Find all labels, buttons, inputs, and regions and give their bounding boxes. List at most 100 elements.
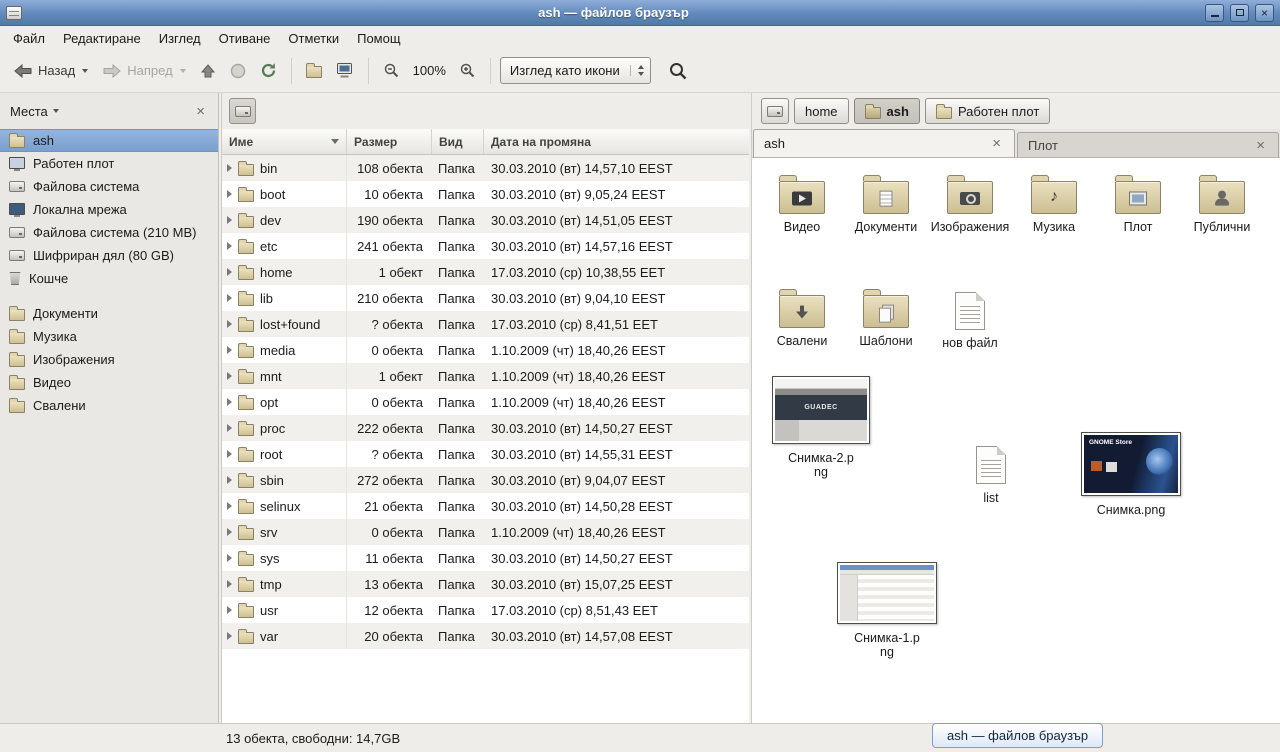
path-root-button[interactable]	[229, 98, 256, 124]
expander-icon[interactable]	[227, 554, 232, 562]
expander-icon[interactable]	[227, 242, 232, 250]
back-button[interactable]: Назад	[6, 57, 95, 85]
zoom-in-button[interactable]	[452, 56, 483, 85]
table-row[interactable]: opt0 обектаПапка1.10.2009 (чт) 18,40,26 …	[222, 389, 749, 415]
table-row[interactable]: selinux21 обектаПапка30.03.2010 (вт) 14,…	[222, 493, 749, 519]
column-header-size[interactable]: Размер	[347, 129, 432, 154]
zoom-out-button[interactable]	[376, 56, 407, 85]
path-desktop-button[interactable]: Работен плот	[925, 98, 1050, 124]
expander-icon[interactable]	[227, 320, 232, 328]
home-button[interactable]	[299, 57, 329, 84]
table-row[interactable]: usr12 обектаПапка17.03.2010 (ср) 8,51,43…	[222, 597, 749, 623]
tab-close-icon[interactable]: ×	[989, 135, 1004, 152]
icon-item-new-file[interactable]: нов файл	[928, 286, 1012, 350]
table-row[interactable]: lost+found? обектаПапка17.03.2010 (ср) 8…	[222, 311, 749, 337]
expander-icon[interactable]	[227, 164, 232, 172]
file-snimka-2[interactable]: GUADEC Снимка-2.png	[766, 376, 876, 480]
file-snimka-1[interactable]: Снимка-1.png	[832, 562, 942, 660]
path-home-button[interactable]: home	[794, 98, 849, 124]
icon-item-templates[interactable]: Шаблони	[844, 286, 928, 350]
column-header-date[interactable]: Дата на промяна	[484, 129, 749, 154]
zoom-level-label[interactable]: 100%	[407, 63, 452, 78]
sidebar-item-music[interactable]: Музика	[0, 325, 218, 348]
minimize-button[interactable]	[1205, 4, 1224, 22]
places-close-button[interactable]: ×	[193, 103, 208, 120]
expander-icon[interactable]	[227, 424, 232, 432]
expander-icon[interactable]	[227, 528, 232, 536]
view-mode-select[interactable]: Изглед като икони	[500, 57, 651, 84]
icon-item-downloads[interactable]: Свалени	[760, 286, 844, 350]
path-root-button[interactable]	[761, 98, 789, 124]
table-row[interactable]: var20 обектаПапка30.03.2010 (вт) 14,57,0…	[222, 623, 749, 649]
menu-item-go[interactable]: Отиване	[210, 29, 280, 48]
table-row[interactable]: srv0 обектаПапка1.10.2009 (чт) 18,40,26 …	[222, 519, 749, 545]
forward-button[interactable]: Напред	[95, 57, 192, 85]
table-row[interactable]: home1 обектПапка17.03.2010 (ср) 10,38,55…	[222, 259, 749, 285]
expander-icon[interactable]	[227, 346, 232, 354]
expander-icon[interactable]	[227, 294, 232, 302]
expander-icon[interactable]	[227, 190, 232, 198]
icon-item-music[interactable]: ♪Музика	[1012, 172, 1096, 234]
tab-plot[interactable]: Плот×	[1017, 132, 1279, 157]
sidebar-item-downloads[interactable]: Свалени	[0, 394, 218, 417]
icon-item-documents[interactable]: Документи	[844, 172, 928, 234]
sidebar-item-ash[interactable]: ash	[0, 129, 218, 152]
sidebar-item-filesystem-210mb[interactable]: Файлова система (210 MB)	[0, 221, 218, 244]
table-row[interactable]: sbin272 обектаПапка30.03.2010 (вт) 9,04,…	[222, 467, 749, 493]
table-row[interactable]: dev190 обектаПапка30.03.2010 (вт) 14,51,…	[222, 207, 749, 233]
table-row[interactable]: root? обектаПапка30.03.2010 (вт) 14,55,3…	[222, 441, 749, 467]
computer-button[interactable]	[329, 56, 361, 85]
table-row[interactable]: etc241 обектаПапка30.03.2010 (вт) 14,57,…	[222, 233, 749, 259]
taskbar-window-button[interactable]: ash — файлов браузър	[932, 723, 1103, 748]
expander-icon[interactable]	[227, 632, 232, 640]
icon-item-pictures[interactable]: Изображения	[928, 172, 1012, 234]
table-row[interactable]: lib210 обектаПапка30.03.2010 (вт) 9,04,1…	[222, 285, 749, 311]
file-list[interactable]: list	[960, 446, 1022, 505]
menu-item-edit[interactable]: Редактиране	[54, 29, 150, 48]
menu-item-bookmarks[interactable]: Отметки	[279, 29, 348, 48]
column-header-name[interactable]: Име	[222, 129, 347, 154]
path-ash-button[interactable]: ash	[854, 98, 920, 124]
menu-item-view[interactable]: Изглед	[150, 29, 210, 48]
menu-item-help[interactable]: Помощ	[348, 29, 409, 48]
table-row[interactable]: boot10 обектаПапка30.03.2010 (вт) 9,05,2…	[222, 181, 749, 207]
menu-item-file[interactable]: Файл	[4, 29, 54, 48]
reload-button[interactable]	[253, 56, 284, 85]
table-row[interactable]: bin108 обектаПапка30.03.2010 (вт) 14,57,…	[222, 155, 749, 181]
up-button[interactable]	[193, 57, 223, 85]
sidebar-item-trash[interactable]: Кошче	[0, 267, 218, 290]
expander-icon[interactable]	[227, 372, 232, 380]
places-title[interactable]: Места	[10, 104, 48, 119]
sidebar-item-pictures[interactable]: Изображения	[0, 348, 218, 371]
sidebar-item-documents[interactable]: Документи	[0, 302, 218, 325]
sidebar-item-desktop[interactable]: Работен плот	[0, 152, 218, 175]
table-row[interactable]: tmp13 обектаПапка30.03.2010 (вт) 15,07,2…	[222, 571, 749, 597]
expander-icon[interactable]	[227, 502, 232, 510]
tab-ash[interactable]: ash×	[753, 129, 1015, 157]
expander-icon[interactable]	[227, 216, 232, 224]
sidebar-item-encrypted[interactable]: Шифриран дял (80 GB)	[0, 244, 218, 267]
maximize-button[interactable]	[1230, 4, 1249, 22]
expander-icon[interactable]	[227, 398, 232, 406]
table-row[interactable]: media0 обектаПапка1.10.2009 (чт) 18,40,2…	[222, 337, 749, 363]
sidebar-item-filesystem[interactable]: Файлова система	[0, 175, 218, 198]
expander-icon[interactable]	[227, 268, 232, 276]
close-button[interactable]: ×	[1255, 4, 1274, 22]
tab-close-icon[interactable]: ×	[1253, 137, 1268, 154]
search-button[interactable]	[661, 55, 695, 87]
file-snimka[interactable]: GNOME Store Снимка.png	[1076, 432, 1186, 517]
sidebar-item-video[interactable]: Видео	[0, 371, 218, 394]
expander-icon[interactable]	[227, 476, 232, 484]
table-row[interactable]: sys11 обектаПапка30.03.2010 (вт) 14,50,2…	[222, 545, 749, 571]
expander-icon[interactable]	[227, 450, 232, 458]
column-header-type[interactable]: Вид	[432, 129, 484, 154]
table-row[interactable]: mnt1 обектПапка1.10.2009 (чт) 18,40,26 E…	[222, 363, 749, 389]
stop-button[interactable]	[223, 57, 253, 85]
icon-item-public[interactable]: Публични	[1180, 172, 1264, 234]
icon-item-video[interactable]: Видео	[760, 172, 844, 234]
icon-item-desktop[interactable]: Плот	[1096, 172, 1180, 234]
table-row[interactable]: proc222 обектаПапка30.03.2010 (вт) 14,50…	[222, 415, 749, 441]
expander-icon[interactable]	[227, 606, 232, 614]
places-dropdown-icon[interactable]	[53, 109, 59, 113]
expander-icon[interactable]	[227, 580, 232, 588]
